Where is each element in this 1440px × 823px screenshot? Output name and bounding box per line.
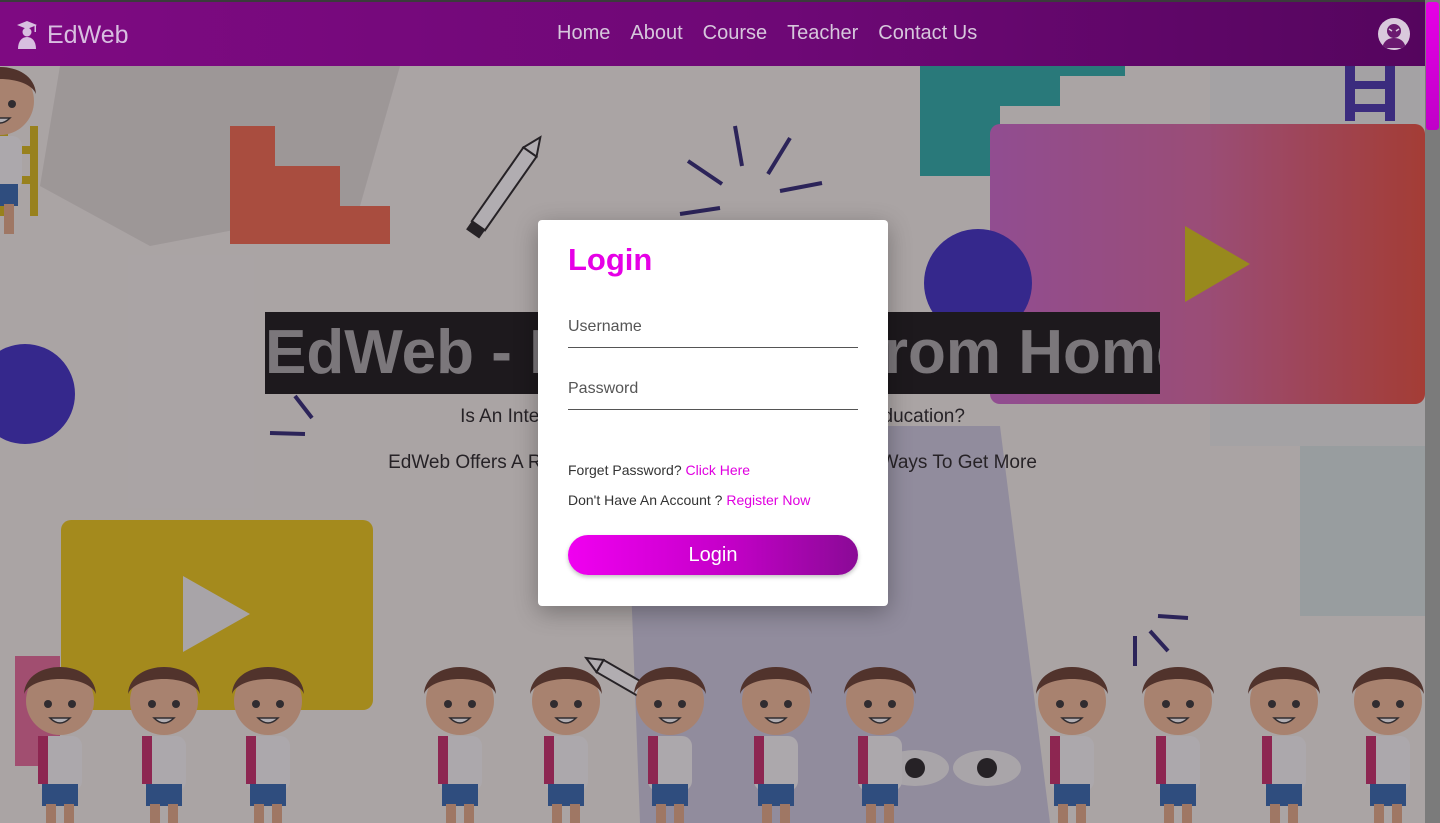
register-row: Don't Have An Account ? Register Now [568,492,810,508]
nav-links: Home About Course Teacher Contact Us [557,22,977,45]
page-scrollbar[interactable] [1425,0,1440,823]
brand-name: EdWeb [47,20,129,49]
scrollbar-thumb[interactable] [1426,2,1439,130]
nav-teacher[interactable]: Teacher [787,22,858,45]
register-text: Don't Have An Account ? [568,492,727,508]
graduate-icon [17,21,37,49]
forgot-password-text: Forget Password? [568,462,686,478]
avatar-face-icon [1382,24,1406,48]
password-input[interactable] [568,368,858,410]
nav-home[interactable]: Home [557,22,610,45]
login-button[interactable]: Login [568,535,858,575]
nav-course[interactable]: Course [703,22,767,45]
brand[interactable]: EdWeb [15,17,129,53]
nav-contact[interactable]: Contact Us [878,22,977,45]
login-title: Login [568,242,653,277]
nav-about[interactable]: About [630,22,682,45]
register-link[interactable]: Register Now [726,492,810,508]
forgot-password-row: Forget Password? Click Here [568,462,750,478]
user-avatar-icon[interactable] [1378,18,1410,50]
forgot-password-link[interactable]: Click Here [686,462,751,478]
username-input[interactable] [568,306,858,348]
login-modal: Login Forget Password? Click Here Don't … [538,220,888,606]
top-navbar: EdWeb Home About Course Teacher Contact … [0,0,1425,66]
